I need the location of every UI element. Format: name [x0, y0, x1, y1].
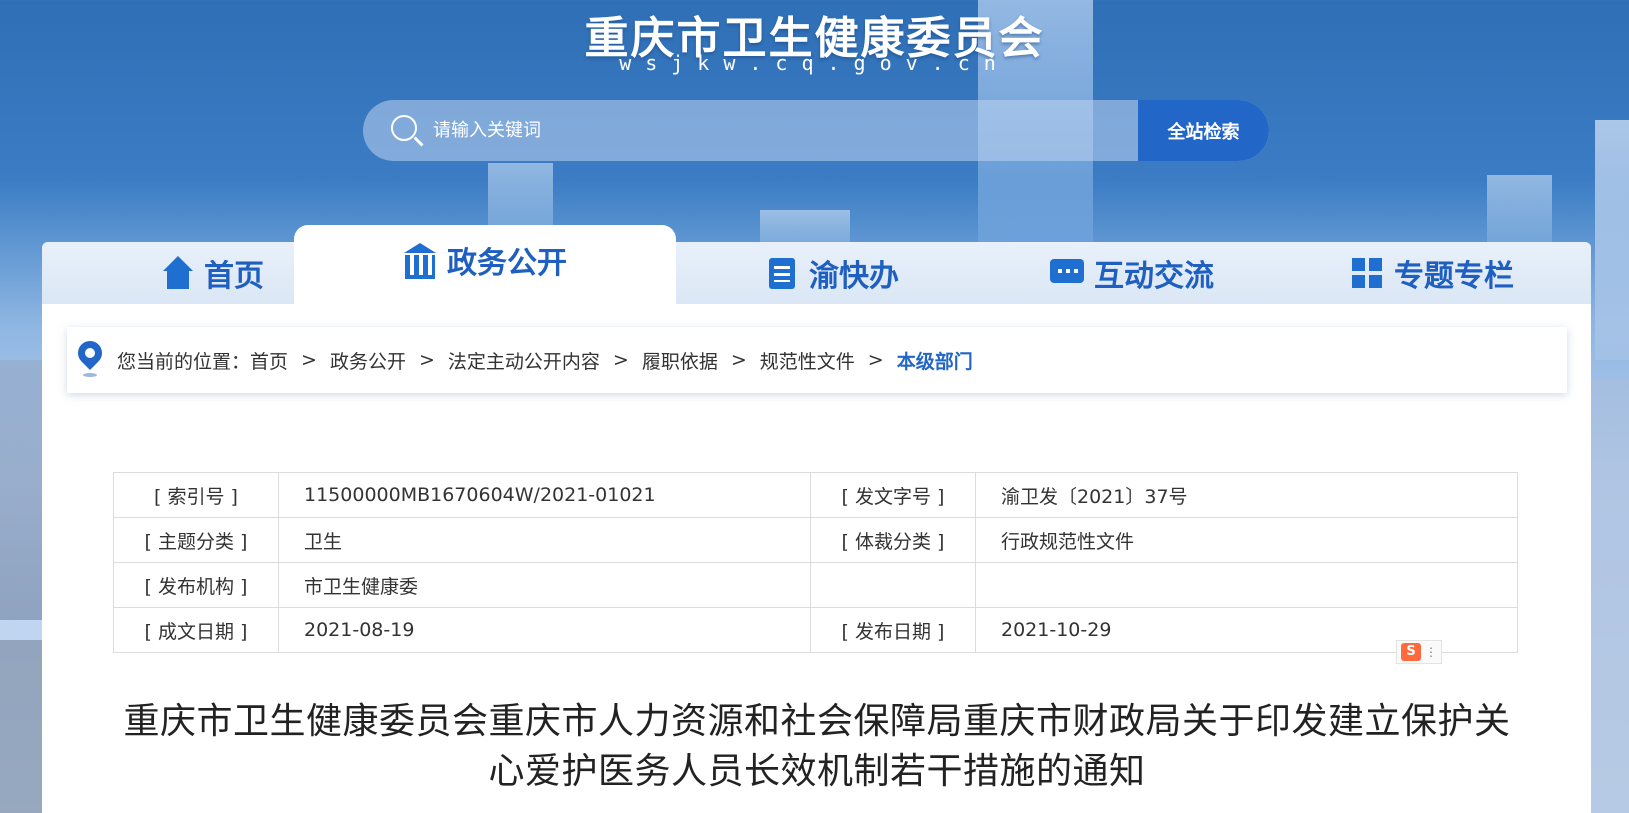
index-no-value: 11500000MB1670604W/2021-01021 — [278, 472, 811, 518]
search-input[interactable] — [433, 100, 1133, 161]
document-title-line: 重庆市卫生健康委员会重庆市人力资源和社会保障局重庆市财政局关于印发建立保护关 — [123, 701, 1511, 742]
nav-tab-label: 政务公开 — [447, 245, 567, 281]
clipboard-icon — [765, 256, 799, 290]
nav-tab-label: 渝快办 — [809, 259, 899, 294]
background-building — [0, 360, 42, 620]
nav-tab-label: 互动交流 — [1094, 259, 1214, 294]
grid-icon — [1350, 256, 1384, 290]
search-icon — [391, 115, 417, 141]
genre-value: 行政规范性文件 — [975, 517, 1518, 563]
nav-tab-home[interactable]: 首页 — [102, 242, 322, 304]
site-domain: wsjkw.cq.gov.cn — [619, 51, 1010, 75]
nav-tab-label: 专题专栏 — [1394, 259, 1514, 294]
table-row: [ 成文日期 ] 2021-08-19 [ 发布日期 ] 2021-10-29 — [113, 607, 1518, 653]
breadcrumb-normative-documents[interactable]: 规范性文件 — [760, 347, 855, 374]
topic-label: [ 主题分类 ] — [113, 517, 279, 563]
breadcrumb: 您当前的位置： 首页 > 政务公开 > 法定主动公开内容 > 履职依据 > 规范… — [67, 327, 1567, 393]
table-row: [ 索引号 ] 11500000MB1670604W/2021-01021 [ … — [113, 472, 1518, 518]
background-building — [1595, 120, 1629, 360]
breadcrumb-current[interactable]: 本级部门 — [897, 347, 973, 374]
issuer-value: 市卫生健康委 — [278, 562, 811, 608]
breadcrumb-separator: > — [730, 349, 747, 371]
index-no-label: [ 索引号 ] — [113, 472, 279, 518]
doc-no-label: [ 发文字号 ] — [810, 472, 976, 518]
doc-no-value: 渝卫发〔2021〕37号 — [975, 472, 1518, 518]
written-date-value: 2021-08-19 — [278, 607, 811, 653]
document-title: 重庆市卫生健康委员会重庆市人力资源和社会保障局重庆市财政局关于印发建立保护关 心… — [97, 697, 1537, 797]
background-building — [1590, 380, 1629, 813]
genre-label: [ 体裁分类 ] — [810, 517, 976, 563]
publish-date-label: [ 发布日期 ] — [810, 607, 976, 653]
sogou-ime-icon: S — [1401, 643, 1421, 661]
chat-bubble-icon — [1050, 256, 1084, 290]
document-title-line: 心爱护医务人员长效机制若干措施的通知 — [488, 751, 1146, 792]
nav-tab-special-topics[interactable]: 专题专栏 — [1282, 242, 1582, 304]
search-bar: 全站检索 — [363, 100, 1269, 161]
site-search-button[interactable]: 全站检索 — [1138, 100, 1269, 161]
home-icon — [160, 256, 194, 290]
nav-tab-interaction[interactable]: 互动交流 — [972, 242, 1292, 304]
empty-cell — [810, 562, 976, 608]
background-building — [1487, 175, 1552, 245]
nav-tab-government-affairs[interactable]: 政务公开 — [294, 225, 676, 304]
government-building-icon — [403, 242, 437, 279]
input-method-badge[interactable]: S ⋮ — [1396, 640, 1442, 664]
breadcrumb-prefix: 您当前的位置： — [117, 350, 251, 373]
topic-value: 卫生 — [278, 517, 811, 563]
breadcrumb-home[interactable]: 首页 — [250, 347, 288, 374]
breadcrumb-separator: > — [301, 349, 317, 371]
breadcrumb-separator: > — [612, 349, 629, 371]
empty-cell — [975, 562, 1518, 608]
content-panel: 首页 政务公开 渝快办 互动交流 专题专栏 您当前的位置： 首页 > 政务公开 … — [42, 225, 1591, 813]
breadcrumb-separator: > — [867, 349, 884, 371]
breadcrumb-government-affairs[interactable]: 政务公开 — [330, 347, 406, 374]
breadcrumb-statutory-disclosure[interactable]: 法定主动公开内容 — [448, 347, 600, 374]
background-building — [0, 640, 42, 813]
table-row: [ 主题分类 ] 卫生 [ 体裁分类 ] 行政规范性文件 — [113, 517, 1518, 563]
breadcrumb-separator: > — [418, 349, 435, 371]
issuer-label: [ 发布机构 ] — [113, 562, 279, 608]
table-row: [ 发布机构 ] 市卫生健康委 — [113, 562, 1518, 608]
nav-tab-yukuaiban[interactable]: 渝快办 — [682, 242, 982, 304]
breadcrumb-duty-basis[interactable]: 履职依据 — [642, 347, 718, 374]
ime-menu-icon: ⋮ — [1425, 645, 1437, 659]
written-date-label: [ 成文日期 ] — [113, 607, 279, 653]
document-metadata-table: [ 索引号 ] 11500000MB1670604W/2021-01021 [ … — [113, 472, 1518, 653]
nav-tab-label: 首页 — [204, 259, 264, 294]
location-pin-icon — [77, 341, 103, 379]
main-nav: 首页 政务公开 渝快办 互动交流 专题专栏 — [42, 225, 1591, 304]
